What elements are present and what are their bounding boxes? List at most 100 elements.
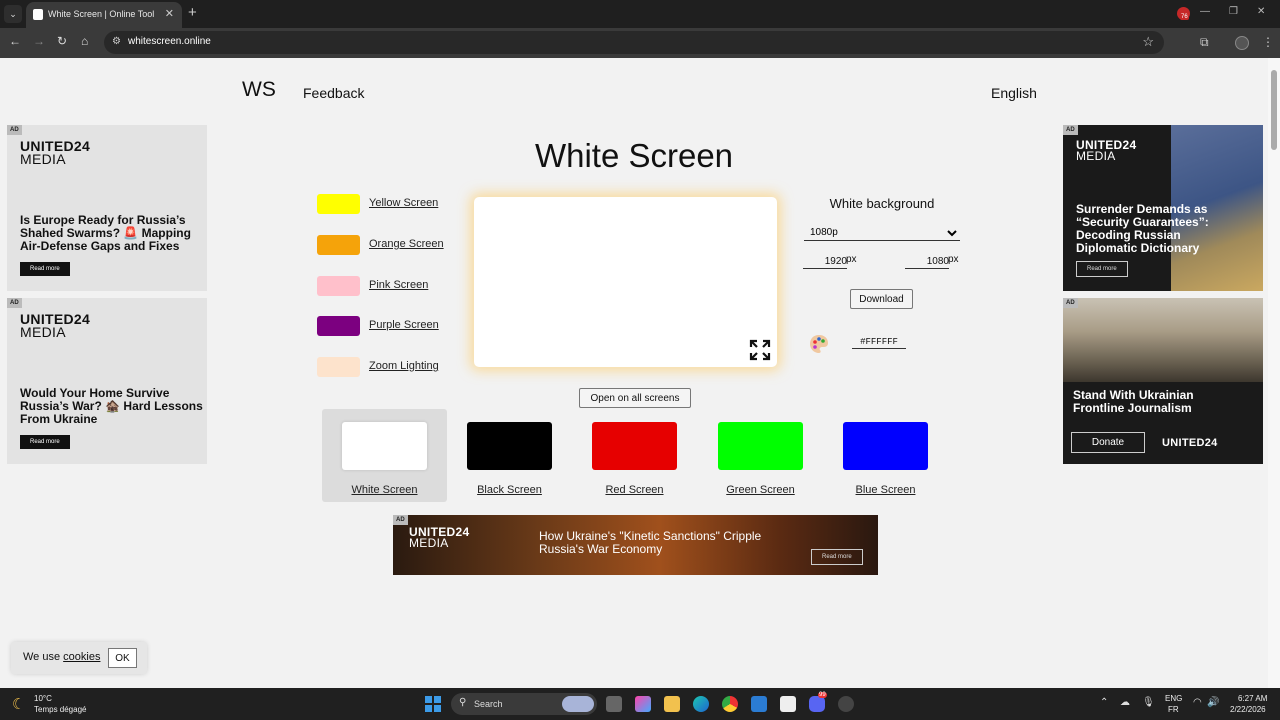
close-tab-icon[interactable]: ✕ <box>165 7 174 20</box>
profile-avatar[interactable] <box>1235 36 1249 50</box>
microphone-icon[interactable]: 🎙 <box>1142 697 1155 708</box>
app-icon[interactable] <box>838 696 854 712</box>
pink-screen-option[interactable]: Pink Screen <box>317 276 477 296</box>
store-icon[interactable] <box>780 696 796 712</box>
task-view-icon[interactable] <box>606 696 622 712</box>
clock-date[interactable]: 2/22/2026 <box>1230 705 1266 714</box>
option-label[interactable]: Zoom Lighting <box>369 360 439 372</box>
browser-tab[interactable]: White Screen | Online Tool ✕ <box>26 2 182 28</box>
pink-swatch[interactable] <box>317 276 360 296</box>
wifi-icon[interactable]: ◠ <box>1193 697 1202 708</box>
donate-button[interactable]: Donate <box>1071 432 1145 453</box>
blue-preview[interactable] <box>843 422 928 470</box>
palette-icon[interactable] <box>808 333 830 355</box>
weather-temperature[interactable]: 10°C <box>34 694 52 703</box>
green-preview[interactable] <box>718 422 803 470</box>
url-text[interactable]: whitescreen.online <box>128 36 211 47</box>
zoom-lighting-option[interactable]: Zoom Lighting <box>317 357 477 377</box>
read-more-button[interactable]: Read more <box>20 435 70 449</box>
ad-headline[interactable]: How Ukraine's "Kinetic Sanctions" Crippl… <box>539 530 779 556</box>
ad-headline[interactable]: Is Europe Ready for Russia’s Shahed Swar… <box>20 214 200 253</box>
black-preview[interactable] <box>467 422 552 470</box>
open-all-screens-button[interactable]: Open on all screens <box>579 388 691 408</box>
feedback-link[interactable]: Feedback <box>303 85 364 101</box>
white-preview[interactable] <box>342 422 427 470</box>
site-logo[interactable]: WS <box>242 78 276 102</box>
moon-icon[interactable]: ☾ <box>12 695 25 713</box>
start-icon[interactable] <box>425 696 441 712</box>
preset-blue[interactable]: Blue Screen <box>823 409 948 502</box>
forward-icon[interactable]: → <box>33 34 45 48</box>
preset-red[interactable]: Red Screen <box>572 409 697 502</box>
resolution-select[interactable]: 1080p <box>804 225 960 241</box>
reload-icon[interactable]: ↻ <box>57 34 67 48</box>
keyboard-region[interactable]: FR <box>1168 705 1179 714</box>
home-icon[interactable]: ⌂ <box>81 34 88 48</box>
option-label[interactable]: Purple Screen <box>369 319 439 331</box>
bookmark-star-icon[interactable]: ☆ <box>1142 34 1154 50</box>
purple-swatch[interactable] <box>317 316 360 336</box>
site-info-icon[interactable]: ⚙ <box>112 36 121 47</box>
onedrive-icon[interactable]: ☁ <box>1120 697 1130 708</box>
volume-icon[interactable]: 🔊 <box>1207 697 1219 708</box>
preset-label[interactable]: White Screen <box>322 484 447 496</box>
zoom-lighting-swatch[interactable] <box>317 357 360 377</box>
orange-swatch[interactable] <box>317 235 360 255</box>
yellow-swatch[interactable] <box>317 194 360 214</box>
option-label[interactable]: Pink Screen <box>369 279 428 291</box>
scrollbar-thumb[interactable] <box>1271 70 1277 150</box>
maximize-button[interactable]: ❐ <box>1229 6 1238 17</box>
hex-color-input[interactable] <box>852 335 906 349</box>
ad-headline[interactable]: Surrender Demands as “Security Guarantee… <box>1076 203 1216 255</box>
download-button[interactable]: Download <box>850 289 913 309</box>
read-more-button[interactable]: Read more <box>20 262 70 276</box>
ad-left-bottom[interactable]: AD UNITED24 MEDIA Would Your Home Surviv… <box>7 298 207 464</box>
ad-right-top[interactable]: AD UNITED24 MEDIA Surrender Demands as “… <box>1063 125 1263 291</box>
preset-label[interactable]: Blue Screen <box>823 484 948 496</box>
back-icon[interactable]: ← <box>9 34 21 48</box>
width-input[interactable] <box>803 254 847 269</box>
weather-description[interactable]: Temps dégagé <box>34 705 86 714</box>
outlook-icon[interactable] <box>751 696 767 712</box>
red-preview[interactable] <box>592 422 677 470</box>
preset-label[interactable]: Green Screen <box>698 484 823 496</box>
discord-icon[interactable]: 99 <box>809 692 827 712</box>
edge-icon[interactable] <box>693 696 709 712</box>
cookie-ok-button[interactable]: OK <box>108 648 137 668</box>
yellow-screen-option[interactable]: Yellow Screen <box>317 194 477 214</box>
screen-preview[interactable] <box>474 197 777 367</box>
option-label[interactable]: Orange Screen <box>369 238 444 250</box>
ad-left-top[interactable]: AD UNITED24 MEDIA Is Europe Ready for Ru… <box>7 125 207 291</box>
close-window-button[interactable]: ✕ <box>1257 6 1265 17</box>
preset-label[interactable]: Black Screen <box>447 484 572 496</box>
tab-search-button[interactable]: ⌄ <box>4 5 22 23</box>
preset-label[interactable]: Red Screen <box>572 484 697 496</box>
ad-right-bottom[interactable]: AD Stand With Ukrainian Frontline Journa… <box>1063 298 1263 464</box>
language-selector[interactable]: English <box>991 85 1037 101</box>
clock-time[interactable]: 6:27 AM <box>1238 694 1267 703</box>
fullscreen-icon[interactable] <box>749 339 771 361</box>
extension-icon[interactable]: 76 <box>1177 7 1190 20</box>
address-bar[interactable]: ⚙ whitescreen.online ☆ <box>104 31 1164 54</box>
ad-headline[interactable]: Stand With Ukrainian Frontline Journalis… <box>1073 389 1248 415</box>
preset-black[interactable]: Black Screen <box>447 409 572 502</box>
taskbar-search[interactable]: ⚲ Search <box>451 693 597 715</box>
minimize-button[interactable]: — <box>1200 6 1210 17</box>
chrome-icon[interactable] <box>722 696 738 712</box>
file-explorer-icon[interactable] <box>664 696 680 712</box>
ad-headline[interactable]: Would Your Home Survive Russia’s War? 🏚️… <box>20 387 205 426</box>
height-input[interactable] <box>905 254 949 269</box>
read-more-button[interactable]: Read more <box>1076 261 1128 277</box>
page-scrollbar[interactable] <box>1268 58 1280 688</box>
purple-screen-option[interactable]: Purple Screen <box>317 316 477 336</box>
menu-icon[interactable]: ⋮ <box>1262 35 1274 49</box>
read-more-button[interactable]: Read more <box>811 549 863 565</box>
preset-white[interactable]: White Screen <box>322 409 447 502</box>
option-label[interactable]: Yellow Screen <box>369 197 438 209</box>
chevron-up-icon[interactable]: ⌃ <box>1100 697 1108 708</box>
new-tab-button[interactable]: + <box>188 4 197 21</box>
orange-screen-option[interactable]: Orange Screen <box>317 235 477 255</box>
preset-green[interactable]: Green Screen <box>698 409 823 502</box>
input-language[interactable]: ENG <box>1165 694 1182 703</box>
extensions-icon[interactable]: ⧉ <box>1200 35 1209 50</box>
